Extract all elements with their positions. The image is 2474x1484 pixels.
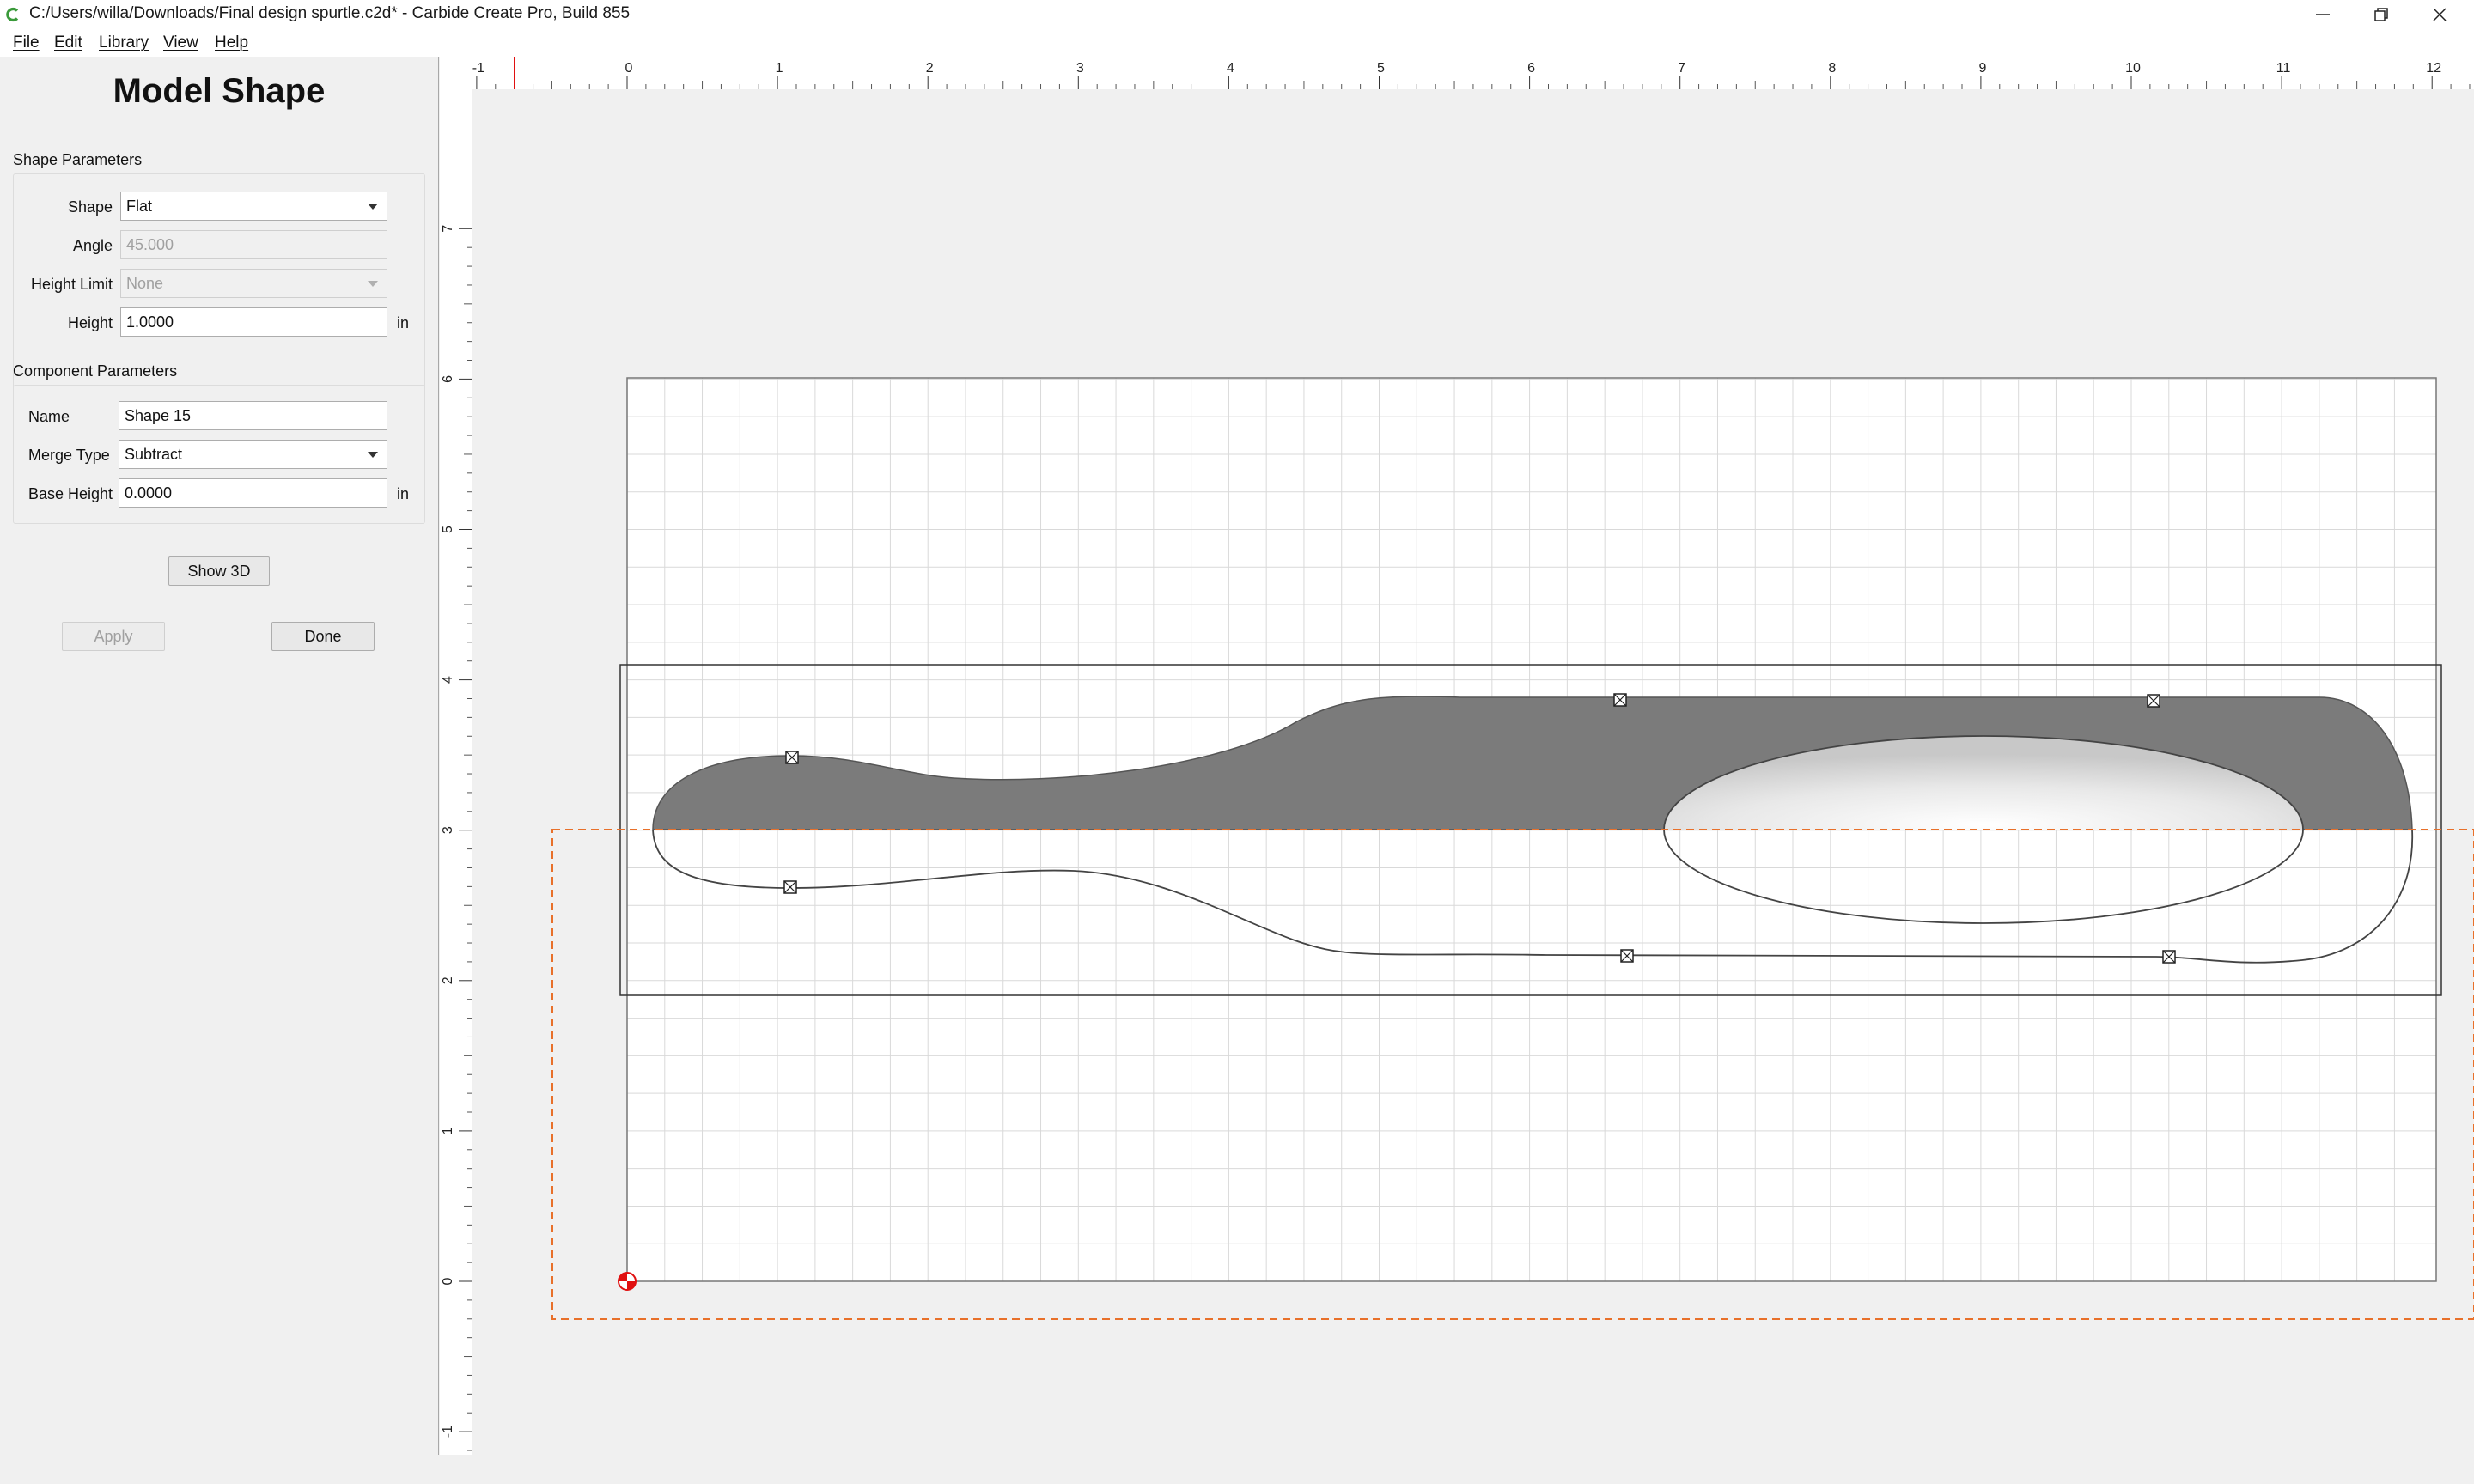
- ruler-label: 0: [441, 1277, 455, 1285]
- ruler-label: 2: [441, 976, 455, 984]
- node-handle-icon[interactable]: [785, 751, 799, 764]
- height-limit-select[interactable]: None: [120, 269, 387, 298]
- ruler-label: 3: [441, 826, 455, 834]
- show-3d-button[interactable]: Show 3D: [168, 556, 270, 586]
- ruler-label: 11: [2276, 61, 2291, 76]
- height-limit-label: Height Limit: [30, 276, 113, 293]
- component-parameters-group: Name Merge Type Subtract Base Height in: [13, 385, 425, 524]
- menu-bar: File Edit Library View Help: [0, 29, 2474, 57]
- base-height-unit: in: [397, 485, 410, 502]
- ruler-label: -1: [441, 1426, 455, 1438]
- ruler-label: -1: [472, 61, 484, 76]
- restore-icon: [2374, 8, 2388, 21]
- node-handle-icon[interactable]: [783, 880, 797, 894]
- ruler-label: 10: [2125, 61, 2141, 76]
- vertical-ruler[interactable]: 7 6 5 4 3 2 1 0 -1: [440, 89, 473, 1455]
- angle-label: Angle: [72, 237, 113, 254]
- origin-icon: [618, 1272, 637, 1291]
- ruler-label: 1: [776, 61, 783, 76]
- height-label: Height: [67, 314, 113, 331]
- menu-library[interactable]: Library: [99, 33, 149, 52]
- shape-parameters-label: Shape Parameters: [13, 151, 143, 168]
- ruler-label: 6: [1527, 61, 1535, 76]
- merge-type-label: Merge Type: [28, 447, 110, 464]
- ruler-label: 3: [1076, 61, 1084, 76]
- panel-title: Model Shape: [113, 72, 326, 110]
- shape-select[interactable]: Flat: [120, 192, 387, 221]
- ruler-label: 5: [1377, 61, 1385, 76]
- shape-select-value: Flat: [126, 198, 153, 215]
- minimize-icon: [2316, 14, 2330, 15]
- model-shape-panel: Model Shape Shape Parameters Shape Flat …: [0, 57, 439, 1455]
- horizontal-ruler[interactable]: -1 0 1 2 3 4 5 6 7 8 9 10 11 12: [440, 57, 2474, 90]
- app-window: C:/Users/willa/Downloads/Final design sp…: [0, 0, 2474, 1484]
- ruler-label: 6: [441, 375, 455, 383]
- ruler-label: 12: [2426, 61, 2441, 76]
- chevron-down-icon: [368, 204, 378, 210]
- close-icon: [2433, 8, 2447, 21]
- base-height-input[interactable]: [119, 478, 387, 508]
- menu-file[interactable]: File: [13, 33, 40, 52]
- design-canvas[interactable]: [472, 89, 2474, 1455]
- merge-type-select-value: Subtract: [125, 446, 183, 463]
- node-handle-icon[interactable]: [2147, 694, 2160, 708]
- ruler-label: 7: [1678, 61, 1685, 76]
- done-button[interactable]: Done: [271, 622, 375, 651]
- ruler-label: 9: [1978, 61, 1986, 76]
- carbide-create-logo-icon: [6, 7, 19, 22]
- minimize-button[interactable]: [2295, 0, 2350, 29]
- status-bar: [0, 1455, 2474, 1484]
- horizontal-ruler-scale: -1 0 1 2 3 4 5 6 7 8 9 10 11 12: [472, 57, 2471, 89]
- ruler-label: 4: [1227, 61, 1234, 76]
- ruler-label: 1: [441, 1127, 455, 1134]
- ruler-label: 0: [625, 61, 633, 76]
- chevron-down-icon: [368, 281, 378, 287]
- menu-edit[interactable]: Edit: [54, 33, 82, 52]
- ruler-label: 4: [441, 676, 455, 684]
- component-parameters-label: Component Parameters: [13, 362, 178, 380]
- base-height-label: Base Height: [28, 485, 113, 502]
- merge-type-select[interactable]: Subtract: [119, 440, 387, 469]
- chevron-down-icon: [368, 452, 378, 458]
- title-bar: C:/Users/willa/Downloads/Final design sp…: [0, 0, 2474, 29]
- angle-input[interactable]: [120, 230, 387, 259]
- apply-button[interactable]: Apply: [62, 622, 165, 651]
- menu-help[interactable]: Help: [215, 33, 248, 52]
- ruler-label: 2: [926, 61, 934, 76]
- node-handle-icon[interactable]: [1620, 949, 1634, 963]
- menu-view[interactable]: View: [163, 33, 198, 52]
- height-input[interactable]: [120, 307, 387, 337]
- name-input[interactable]: [119, 401, 387, 430]
- height-unit: in: [397, 314, 410, 331]
- node-handle-icon[interactable]: [2162, 950, 2176, 964]
- name-label: Name: [28, 408, 70, 425]
- close-button[interactable]: [2412, 0, 2467, 29]
- ruler-label: 7: [441, 225, 455, 233]
- vertical-ruler-scale: 7 6 5 4 3 2 1 0 -1: [441, 225, 472, 1451]
- node-handle-icon[interactable]: [1613, 693, 1627, 707]
- ruler-label: 5: [441, 526, 455, 533]
- window-title: C:/Users/willa/Downloads/Final design sp…: [29, 4, 631, 22]
- height-limit-select-value: None: [126, 275, 164, 292]
- restore-button[interactable]: [2354, 0, 2409, 29]
- ruler-label: 8: [1828, 61, 1836, 76]
- shape-label: Shape: [67, 198, 113, 216]
